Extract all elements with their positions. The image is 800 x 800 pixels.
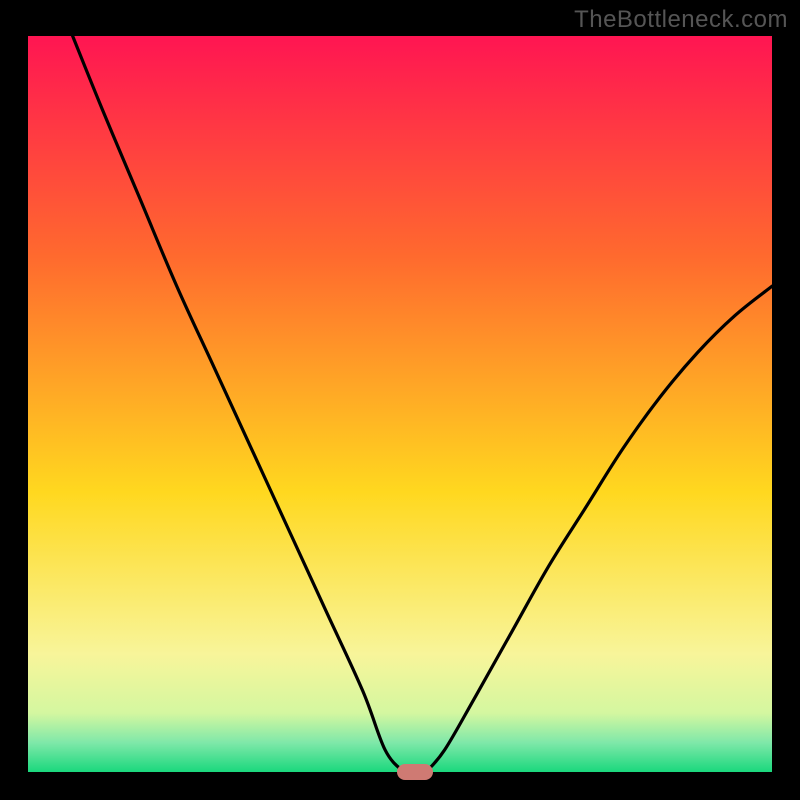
watermark-text: TheBottleneck.com: [574, 6, 788, 34]
plot-area: [28, 36, 772, 772]
gradient-background: [28, 36, 772, 772]
plot-svg: [28, 36, 772, 772]
chart-frame: TheBottleneck.com: [0, 0, 800, 800]
